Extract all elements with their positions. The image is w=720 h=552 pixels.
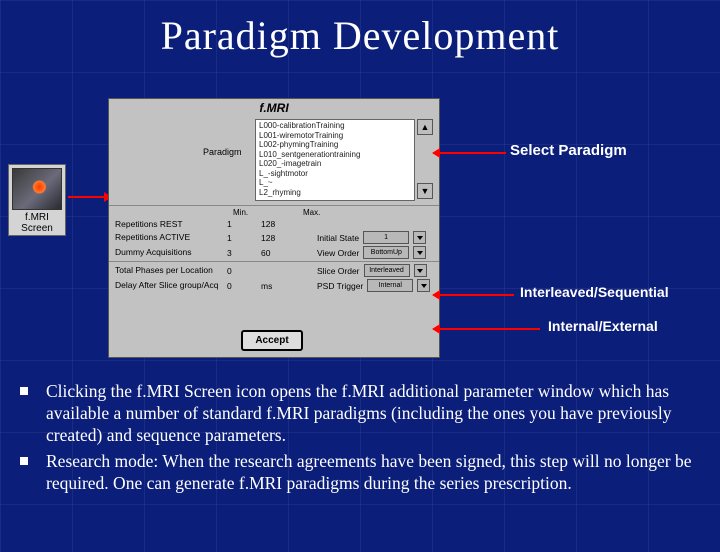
list-item[interactable]: L_~ xyxy=(259,178,411,188)
rep-rest-min: 1 xyxy=(227,219,261,229)
chevron-down-icon[interactable] xyxy=(413,231,426,244)
scroll-up-icon[interactable]: ▲ xyxy=(417,119,433,135)
bullet-1: Clicking the f.MRI Screen icon opens the… xyxy=(46,380,700,446)
dummy-label: Dummy Acquisitions xyxy=(115,248,227,257)
list-item[interactable]: L001-wiremotorTraining xyxy=(259,131,411,141)
chevron-down-icon[interactable] xyxy=(414,264,427,277)
label-internal: Internal/External xyxy=(548,318,658,334)
bullet-2: Research mode: When the research agreeme… xyxy=(46,450,700,494)
phases-label: Total Phases per Location xyxy=(115,266,227,275)
scroll-down-icon[interactable]: ▼ xyxy=(417,183,433,199)
body-text: Clicking the f.MRI Screen icon opens the… xyxy=(20,380,700,498)
rep-rest-label: Repetitions REST xyxy=(115,220,227,229)
arrow-select-paradigm xyxy=(440,152,506,154)
slide-title: Paradigm Development xyxy=(0,12,720,59)
list-item[interactable]: L002-phymingTraining xyxy=(259,140,411,150)
chevron-down-icon[interactable] xyxy=(417,279,430,292)
accept-button[interactable]: Accept xyxy=(241,330,303,351)
fmri-parameter-window: f.MRI Paradigm L000-calibrationTraining … xyxy=(108,98,440,358)
paradigm-listbox[interactable]: L000-calibrationTraining L001-wiremotorT… xyxy=(255,119,415,201)
list-item[interactable]: L000-calibrationTraining xyxy=(259,121,411,131)
arrow-from-thumbnail xyxy=(68,196,104,198)
initial-state-chip[interactable]: 1 xyxy=(363,231,409,244)
label-select-paradigm: Select Paradigm xyxy=(510,142,627,159)
slice-order-chip[interactable]: Interleaved xyxy=(364,264,410,277)
rep-rest-max: 128 xyxy=(261,219,307,229)
chevron-down-icon[interactable] xyxy=(413,246,426,259)
arrow-interleaved xyxy=(440,294,514,296)
col-max: Max. xyxy=(303,208,349,217)
paradigm-label: Paradigm xyxy=(203,119,255,157)
fmri-screen-thumbnail[interactable]: f.MRI Screen xyxy=(8,164,66,236)
label-interleaved: Interleaved/Sequential xyxy=(520,284,669,300)
rep-active-label: Repetitions ACTIVE xyxy=(115,233,227,242)
thumbnail-caption: f.MRI Screen xyxy=(9,212,65,234)
list-item[interactable]: L010_sentgenerationtraining xyxy=(259,150,411,160)
delay-label: Delay After Slice group/Acq xyxy=(115,281,227,290)
arrow-internal xyxy=(440,328,540,330)
dialog-title: f.MRI xyxy=(109,99,439,115)
col-min: Min. xyxy=(233,208,303,217)
list-item[interactable]: L020_-imagetrain xyxy=(259,159,411,169)
list-item[interactable]: L_-sightmotor xyxy=(259,169,411,179)
psd-trigger-chip[interactable]: Internal xyxy=(367,279,413,292)
list-item[interactable]: L2_rhyming xyxy=(259,188,411,198)
brain-icon xyxy=(12,168,62,210)
view-order-chip[interactable]: BottomUp xyxy=(363,246,409,259)
